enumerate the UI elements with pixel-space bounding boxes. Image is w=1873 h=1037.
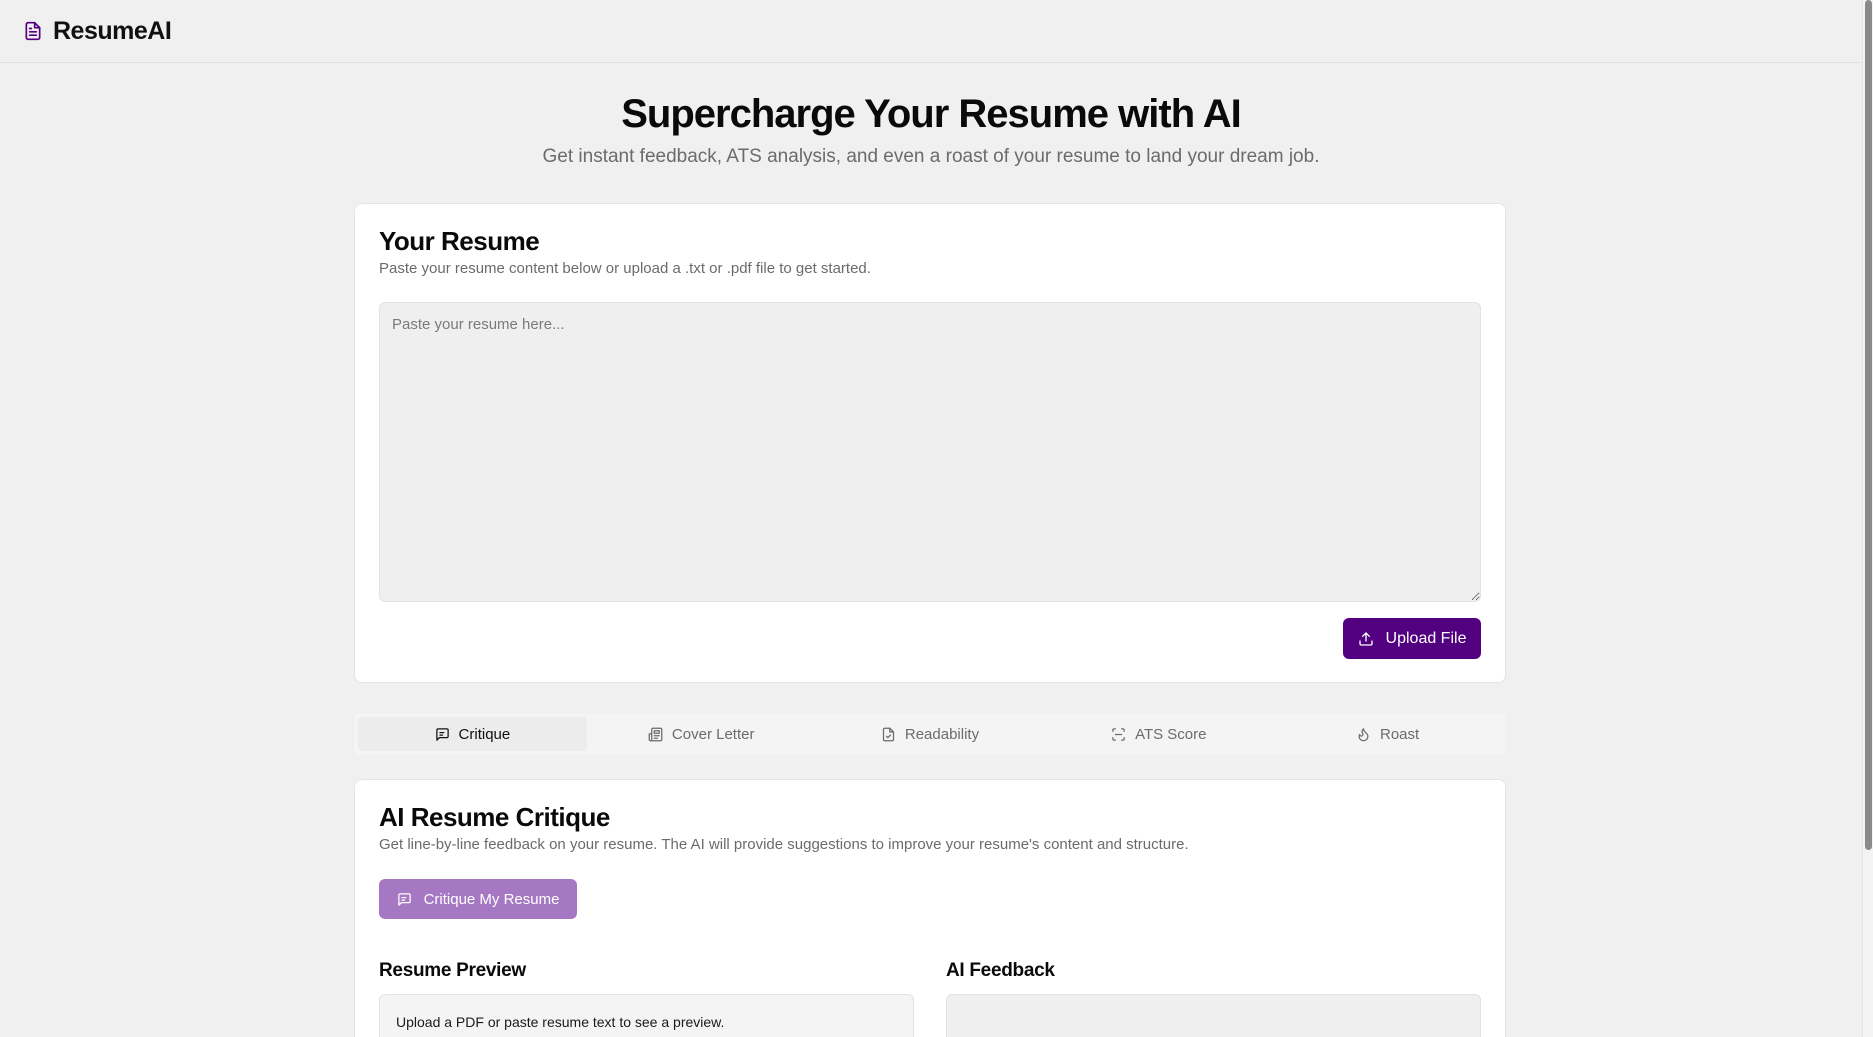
brand-name[interactable]: ResumeAI xyxy=(53,17,172,46)
critique-button-label: Critique My Resume xyxy=(423,890,560,908)
scan-icon xyxy=(1111,727,1126,742)
tab-label: Cover Letter xyxy=(671,725,755,743)
tab-label: Readability xyxy=(904,725,980,743)
file-text-icon xyxy=(22,19,44,43)
resume-card-title: Your Resume xyxy=(379,226,540,256)
critique-my-resume-button[interactable]: Critique My Resume xyxy=(379,879,577,919)
resume-textarea[interactable] xyxy=(379,302,1481,602)
ai-feedback-box xyxy=(946,994,1481,1037)
resume-preview-title: Resume Preview xyxy=(379,960,526,981)
top-navbar: ResumeAI xyxy=(0,0,1862,63)
newspaper-icon xyxy=(648,727,663,742)
message-square-icon xyxy=(435,727,450,742)
scrollbar-thumb[interactable] xyxy=(1865,0,1872,850)
tab-cover-letter[interactable]: Cover Letter xyxy=(587,717,816,751)
page-scrollbar[interactable] xyxy=(1862,0,1873,1037)
critique-card: AI Resume Critique Get line-by-line feed… xyxy=(354,779,1506,1037)
tab-ats-score[interactable]: ATS Score xyxy=(1044,717,1273,751)
critique-card-description: Get line-by-line feedback on your resume… xyxy=(379,836,1189,853)
upload-file-button[interactable]: Upload File xyxy=(1343,618,1481,659)
resume-card-description: Paste your resume content below or uploa… xyxy=(379,260,871,277)
flame-icon xyxy=(1356,727,1371,742)
resume-preview-box: Upload a PDF or paste resume text to see… xyxy=(379,994,914,1037)
resume-preview-text: Upload a PDF or paste resume text to see… xyxy=(396,1014,725,1030)
tab-label: ATS Score xyxy=(1135,725,1207,743)
tab-readability[interactable]: Readability xyxy=(816,717,1045,751)
tab-label: Critique xyxy=(458,725,511,743)
critique-card-title: AI Resume Critique xyxy=(379,802,610,832)
upload-icon xyxy=(1358,631,1374,647)
tab-critique[interactable]: Critique xyxy=(358,717,587,751)
resume-card: Your Resume Paste your resume content be… xyxy=(354,203,1506,683)
upload-file-label: Upload File xyxy=(1385,629,1467,647)
hero-title: Supercharge Your Resume with AI xyxy=(621,92,1242,136)
tab-roast[interactable]: Roast xyxy=(1273,717,1502,751)
file-check-icon xyxy=(881,727,896,742)
hero-subtitle: Get instant feedback, ATS analysis, and … xyxy=(542,146,1320,167)
ai-feedback-title: AI Feedback xyxy=(946,960,1055,981)
tab-label: Roast xyxy=(1379,725,1420,743)
message-square-icon xyxy=(397,892,412,907)
feature-tabs: Critique Cover Letter Readability ATS Sc… xyxy=(354,713,1506,755)
